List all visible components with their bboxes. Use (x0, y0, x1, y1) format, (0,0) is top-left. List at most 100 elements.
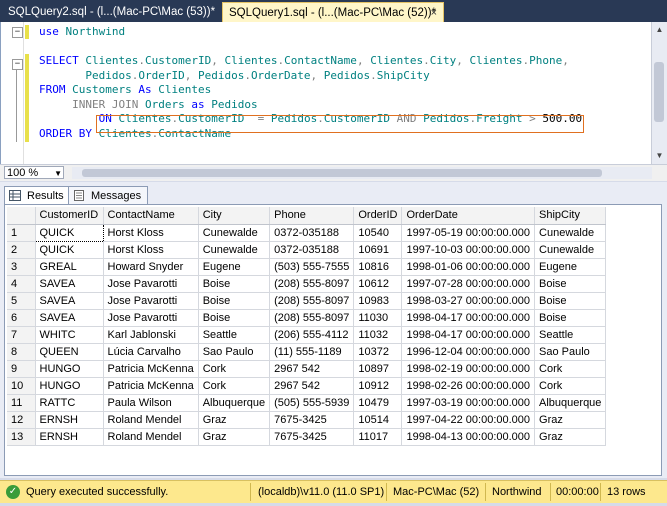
code-line[interactable] (39, 40, 582, 55)
table-cell[interactable]: 1998-02-19 00:00:00.000 (401, 360, 536, 378)
table-cell[interactable]: QUICK (34, 223, 104, 242)
collapse-icon[interactable]: − (12, 59, 23, 70)
table-cell[interactable]: 7675-3425 (269, 411, 355, 429)
table-cell[interactable]: 0372-035188 (269, 241, 355, 259)
table-cell[interactable]: Graz (534, 428, 607, 446)
table-cell[interactable]: SAVEA (35, 292, 104, 310)
table-cell[interactable]: Seattle (534, 326, 607, 344)
table-cell[interactable]: ERNSH (35, 428, 104, 446)
table-cell[interactable]: (11) 555-1189 (269, 343, 355, 361)
table-cell[interactable]: Graz (534, 411, 607, 429)
table-cell[interactable]: Horst Kloss (103, 224, 199, 242)
tab-sqlquery1[interactable]: SQLQuery1.sql - (l...(Mac-PC\Mac (52))* … (222, 2, 444, 22)
query-editor[interactable]: − − use Northwind SELECT Clientes.Custom… (0, 22, 661, 164)
table-cell[interactable]: 1996-12-04 00:00:00.000 (401, 343, 536, 361)
table-cell[interactable]: 10540 (353, 224, 403, 242)
table-cell[interactable]: Albuquerque (534, 394, 607, 412)
table-row[interactable]: 6 SAVEA Jose Pavarotti Boise (208) 555-8097 1… (7, 309, 607, 327)
table-cell[interactable]: SAVEA (35, 309, 104, 327)
table-cell[interactable]: Roland Mendel (103, 428, 199, 446)
table-cell[interactable]: Jose Pavarotti (103, 292, 199, 310)
table-cell[interactable]: Graz (198, 428, 271, 446)
row-number[interactable]: 6 (7, 309, 36, 327)
table-row[interactable]: 3 GREAL Howard Snyder Eugene (503) 555-7555 1… (7, 258, 607, 276)
table-cell[interactable]: 11030 (353, 309, 403, 327)
column-header[interactable]: City (198, 207, 271, 225)
row-number[interactable]: 3 (7, 258, 36, 276)
table-cell[interactable]: ERNSH (35, 411, 104, 429)
column-header[interactable]: OrderDate (401, 207, 536, 225)
code-line[interactable]: Pedidos.OrderID, Pedidos.OrderDate, Pedi… (39, 69, 582, 84)
table-cell[interactable]: Howard Snyder (103, 258, 199, 276)
table-cell[interactable]: 10897 (353, 360, 403, 378)
scroll-thumb[interactable] (654, 62, 664, 122)
table-cell[interactable]: 1997-03-19 00:00:00.000 (401, 394, 536, 412)
row-number[interactable]: 2 (7, 241, 36, 259)
table-cell[interactable]: Seattle (198, 326, 271, 344)
zoom-select[interactable]: 100 % ▼ (4, 166, 64, 179)
table-cell[interactable]: (208) 555-8097 (269, 309, 355, 327)
corner-cell[interactable] (7, 207, 36, 225)
table-cell[interactable]: RATTC (35, 394, 104, 412)
table-cell[interactable]: Boise (198, 275, 271, 293)
scroll-thumb[interactable] (82, 169, 602, 177)
table-row[interactable]: 13 ERNSH Roland Mendel Graz 7675-3425 11017 19… (7, 428, 607, 446)
table-cell[interactable]: 1998-01-06 00:00:00.000 (401, 258, 536, 276)
tab-messages[interactable]: Messages (68, 186, 149, 204)
table-cell[interactable]: Graz (198, 411, 271, 429)
table-cell[interactable]: 10983 (353, 292, 403, 310)
row-number[interactable]: 9 (7, 360, 36, 378)
table-row[interactable]: 12 ERNSH Roland Mendel Graz 7675-3425 10514 19… (7, 411, 607, 429)
table-cell[interactable]: HUNGO (35, 360, 104, 378)
table-cell[interactable]: Paula Wilson (103, 394, 199, 412)
tab-sqlquery2[interactable]: SQLQuery2.sql - (l...(Mac-PC\Mac (53))* (2, 2, 220, 22)
code-line[interactable]: INNER JOIN Orders as Pedidos (39, 98, 582, 113)
table-cell[interactable]: Cork (198, 377, 271, 395)
row-number[interactable]: 7 (7, 326, 36, 344)
results-grid[interactable]: CustomerID ContactName City Phone OrderID Ord… (4, 204, 662, 476)
table-cell[interactable]: Sao Paulo (534, 343, 607, 361)
table-cell[interactable]: (505) 555-5939 (269, 394, 355, 412)
row-number[interactable]: 8 (7, 343, 36, 361)
table-cell[interactable]: Lúcia Carvalho (103, 343, 199, 361)
code-line[interactable]: FROM Customers As Clientes (39, 83, 582, 98)
table-cell[interactable]: Cunewalde (534, 224, 607, 242)
table-cell[interactable]: 0372-035188 (269, 224, 355, 242)
table-cell[interactable]: (206) 555-4112 (269, 326, 355, 344)
table-cell[interactable]: SAVEA (35, 275, 104, 293)
table-cell[interactable]: Boise (534, 292, 607, 310)
table-cell[interactable]: 1997-07-28 00:00:00.000 (401, 275, 536, 293)
table-cell[interactable]: Albuquerque (198, 394, 271, 412)
table-cell[interactable]: 7675-3425 (269, 428, 355, 446)
table-cell[interactable]: Cunewalde (534, 241, 607, 259)
table-cell[interactable]: Boise (198, 292, 271, 310)
editor-horizontal-scrollbar[interactable] (72, 167, 652, 179)
row-number[interactable]: 10 (7, 377, 36, 395)
table-cell[interactable]: 1998-03-27 00:00:00.000 (401, 292, 536, 310)
table-cell[interactable]: 10691 (353, 241, 403, 259)
table-cell[interactable]: 10816 (353, 258, 403, 276)
table-cell[interactable]: (208) 555-8097 (269, 292, 355, 310)
table-cell[interactable]: Sao Paulo (198, 343, 271, 361)
table-cell[interactable]: Jose Pavarotti (103, 309, 199, 327)
row-number[interactable]: 11 (7, 394, 36, 412)
table-row[interactable]: 7 WHITC Karl Jablonski Seattle (206) 555-411… (7, 326, 607, 344)
table-cell[interactable]: 2967 542 (269, 377, 355, 395)
scroll-down-icon[interactable]: ▼ (653, 149, 666, 162)
collapse-icon[interactable]: − (12, 27, 23, 38)
table-cell[interactable]: Cork (534, 360, 607, 378)
table-cell[interactable]: Boise (534, 275, 607, 293)
column-header[interactable]: ShipCity (534, 207, 607, 225)
row-number[interactable]: 5 (7, 292, 36, 310)
table-cell[interactable]: QUEEN (35, 343, 104, 361)
table-cell[interactable]: Boise (534, 309, 607, 327)
table-cell[interactable]: Patricia McKenna (103, 360, 199, 378)
table-cell[interactable]: 1998-04-17 00:00:00.000 (401, 326, 536, 344)
table-row[interactable]: 10 HUNGO Patricia McKenna Cork 2967 542 10912… (7, 377, 607, 395)
table-cell[interactable]: Eugene (534, 258, 607, 276)
table-cell[interactable]: Jose Pavarotti (103, 275, 199, 293)
row-number[interactable]: 13 (7, 428, 36, 446)
table-cell[interactable]: HUNGO (35, 377, 104, 395)
column-header[interactable]: ContactName (103, 207, 199, 225)
table-cell[interactable]: Karl Jablonski (103, 326, 199, 344)
